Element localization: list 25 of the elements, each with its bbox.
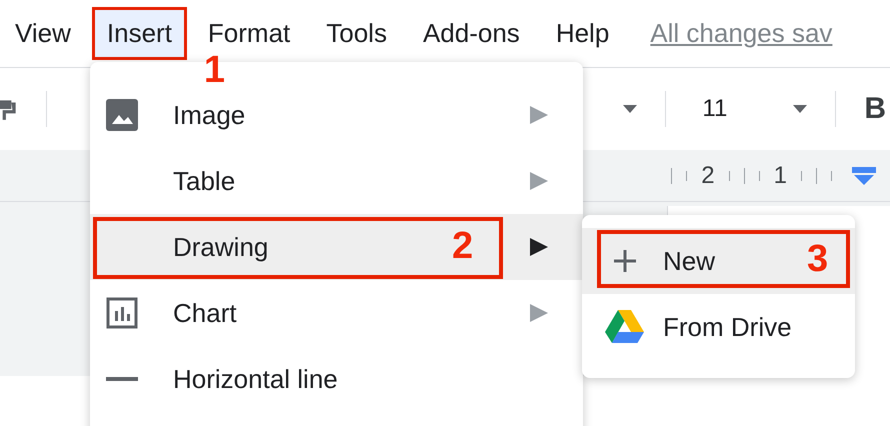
menu-item[interactable]: Add-ons: [408, 7, 535, 60]
menu-item[interactable]: Chart: [90, 280, 583, 346]
chart-icon: [106, 297, 138, 329]
caret-icon[interactable]: [793, 105, 808, 113]
ruler-number: 1: [774, 162, 787, 190]
menu-item[interactable]: Insert: [92, 7, 187, 60]
plus-icon: [614, 250, 636, 272]
menu-item[interactable]: Table: [90, 148, 583, 214]
callout-number: 3: [807, 240, 828, 278]
callout-number: 2: [452, 227, 474, 265]
bold-button[interactable]: B: [864, 92, 886, 126]
menu-item[interactable]: From Drive: [582, 294, 855, 360]
drive-icon: [604, 310, 644, 344]
image-icon: [106, 99, 138, 131]
menu-item[interactable]: View: [0, 7, 86, 60]
menu-item[interactable]: Drawing 2: [90, 214, 583, 280]
caret-icon[interactable]: [623, 105, 638, 113]
menu-item[interactable]: Help: [540, 7, 624, 60]
menu-item[interactable]: New 3: [582, 228, 855, 294]
indent-marker-icon[interactable]: [852, 166, 876, 184]
save-status-link[interactable]: All changes sav: [650, 18, 832, 49]
ruler-number: 2: [701, 162, 715, 190]
menu-item[interactable]: Horizontal line: [90, 346, 583, 412]
menu-item[interactable]: Tools: [311, 7, 402, 60]
font-size-value[interactable]: 11: [702, 95, 728, 123]
